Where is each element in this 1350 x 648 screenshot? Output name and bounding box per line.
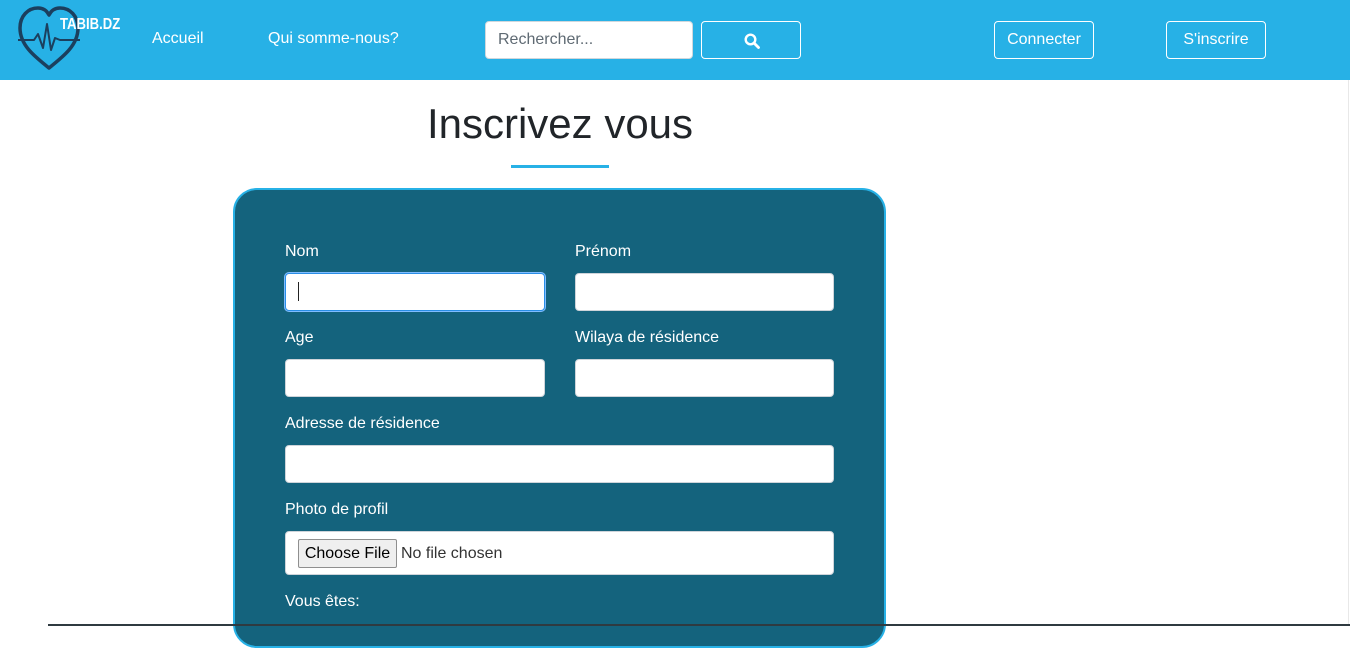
wilaya-input[interactable]: [575, 359, 834, 397]
prenom-input[interactable]: [575, 273, 834, 311]
choose-file-button[interactable]: Choose File: [298, 539, 397, 568]
search-button[interactable]: [701, 21, 801, 59]
adresse-input[interactable]: [285, 445, 834, 483]
page-title: Inscrivez vous: [426, 100, 694, 147]
top-navbar: TABIB.DZ Accueil Qui somme-nous? Connect…: [0, 0, 1350, 80]
file-status-text: No file chosen: [401, 545, 503, 562]
text-caret: [298, 282, 299, 301]
photo-file-input[interactable]: Choose File No file chosen: [285, 531, 834, 575]
page-edge: [1348, 80, 1349, 626]
signup-button[interactable]: S'inscrire: [1166, 21, 1266, 59]
login-button[interactable]: Connecter: [994, 21, 1094, 59]
search-input[interactable]: [485, 21, 693, 59]
adresse-label: Adresse de résidence: [285, 415, 440, 432]
nav-link-qui-sommes-nous[interactable]: Qui somme-nous?: [268, 30, 399, 48]
site-logo[interactable]: TABIB.DZ: [16, 4, 126, 74]
title-underline: [511, 165, 609, 168]
logo-text: TABIB.DZ: [60, 16, 121, 33]
age-input[interactable]: [285, 359, 545, 397]
heart-pulse-icon: [18, 6, 80, 70]
nom-input[interactable]: [285, 273, 545, 311]
prenom-label: Prénom: [575, 243, 632, 260]
role-label: Vous êtes:: [285, 593, 360, 610]
nav-link-accueil[interactable]: Accueil: [152, 30, 204, 48]
search-icon: [744, 33, 760, 49]
nom-label: Nom: [285, 243, 319, 260]
photo-label: Photo de profil: [285, 501, 389, 518]
age-label: Age: [285, 329, 314, 346]
wilaya-label: Wilaya de résidence: [575, 329, 720, 346]
